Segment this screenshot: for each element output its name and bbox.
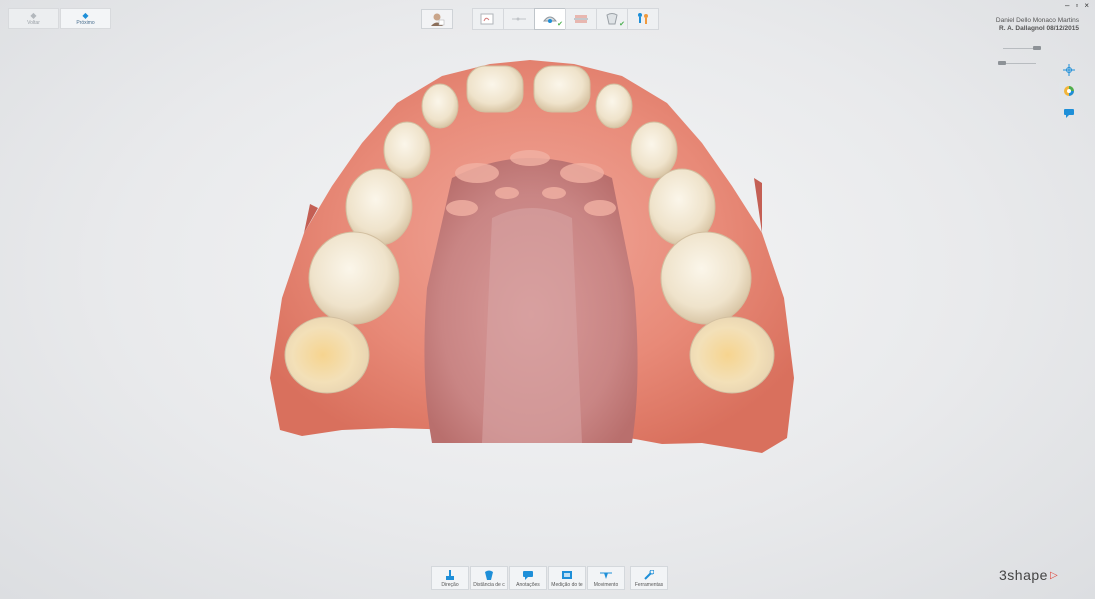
crosshair-icon xyxy=(1063,64,1075,76)
minimize-button[interactable]: – xyxy=(1065,1,1069,10)
slider-handle[interactable] xyxy=(998,61,1006,65)
next-button[interactable]: ◆ Próximo xyxy=(60,8,111,29)
color-wheel-icon xyxy=(1064,86,1074,96)
prescription-icon xyxy=(480,13,494,25)
next-arrow-icon: ◆ xyxy=(82,10,89,20)
back-label: Voltar xyxy=(27,19,40,26)
workflow-step-patient[interactable] xyxy=(627,8,659,30)
patient-info: Daniel Dello Monaco Martins R. A. Dallag… xyxy=(996,17,1079,33)
direction-icon xyxy=(446,569,454,580)
tooth-distance-icon xyxy=(485,570,493,580)
workflow-step-prescription[interactable] xyxy=(472,8,504,30)
direction-button[interactable]: Direção xyxy=(431,566,469,590)
workflow-steps: ✔ ✔ xyxy=(472,8,659,30)
annotations-label: Anotações xyxy=(516,582,540,588)
back-arrow-icon: ◆ xyxy=(30,10,37,20)
bottom-toolbar: Direção Distância de c Anotações Medição… xyxy=(431,566,668,590)
patient-figure-icon xyxy=(638,13,648,24)
tooth-measure-label: Medição do te xyxy=(551,582,583,588)
slider-handle[interactable] xyxy=(1033,46,1041,50)
workflow-step-analysis[interactable]: ✔ xyxy=(534,8,566,30)
annotation-icon xyxy=(523,571,533,580)
distance-label: Distância de c xyxy=(473,582,505,588)
tools-button[interactable]: Ferramentas xyxy=(630,566,668,590)
upper-jaw-visibility-slider[interactable] xyxy=(1003,46,1041,50)
workflow-step-jaw[interactable] xyxy=(565,8,597,30)
wrench-icon xyxy=(644,570,654,580)
movement-label: Movimento xyxy=(593,582,619,588)
check-icon: ✔ xyxy=(557,21,563,28)
window-controls: – ▫ × xyxy=(1065,1,1089,10)
back-button[interactable]: ◆ Voltar xyxy=(8,8,59,29)
brand-triangle-icon: ▷ xyxy=(1049,569,1059,581)
comments-button[interactable] xyxy=(1059,104,1079,122)
brand-logo: 3shape ▷ xyxy=(999,567,1058,583)
comment-icon xyxy=(1064,109,1074,118)
maximize-button[interactable]: ▫ xyxy=(1075,1,1078,10)
direction-label: Direção xyxy=(441,582,459,588)
upper-jaw-scan[interactable] xyxy=(262,58,802,463)
tooth-measure-icon xyxy=(562,571,572,579)
workflow-step-tooth[interactable]: ✔ xyxy=(596,8,628,30)
jaw-icon xyxy=(574,15,588,23)
next-label: Próximo xyxy=(76,19,95,26)
check-icon: ✔ xyxy=(619,21,625,28)
tooth-measure-button[interactable]: Medição do te xyxy=(548,566,586,590)
movement-icon xyxy=(600,572,612,579)
settings-slider-icon xyxy=(512,17,526,21)
distance-button[interactable]: Distância de c xyxy=(470,566,508,590)
doctor-date: R. A. Dallagnol 08/12/2015 xyxy=(999,25,1079,32)
patient-avatar-icon xyxy=(431,13,445,26)
patient-profile-button[interactable] xyxy=(421,9,453,29)
tools-label: Ferramentas xyxy=(634,582,664,588)
patient-name: Daniel Dello Monaco Martins xyxy=(995,17,1079,24)
workflow-step-settings[interactable] xyxy=(503,8,535,30)
movement-button[interactable]: Movimento xyxy=(587,566,625,590)
brand-name: 3shape xyxy=(999,567,1048,583)
color-toggle-button[interactable] xyxy=(1059,82,1079,100)
close-button[interactable]: × xyxy=(1084,1,1089,10)
center-view-button[interactable] xyxy=(1059,61,1079,79)
lower-jaw-visibility-slider[interactable] xyxy=(998,61,1036,65)
nav-group: ◆ Voltar ◆ Próximo xyxy=(8,8,111,29)
annotations-button[interactable]: Anotações xyxy=(509,566,547,590)
